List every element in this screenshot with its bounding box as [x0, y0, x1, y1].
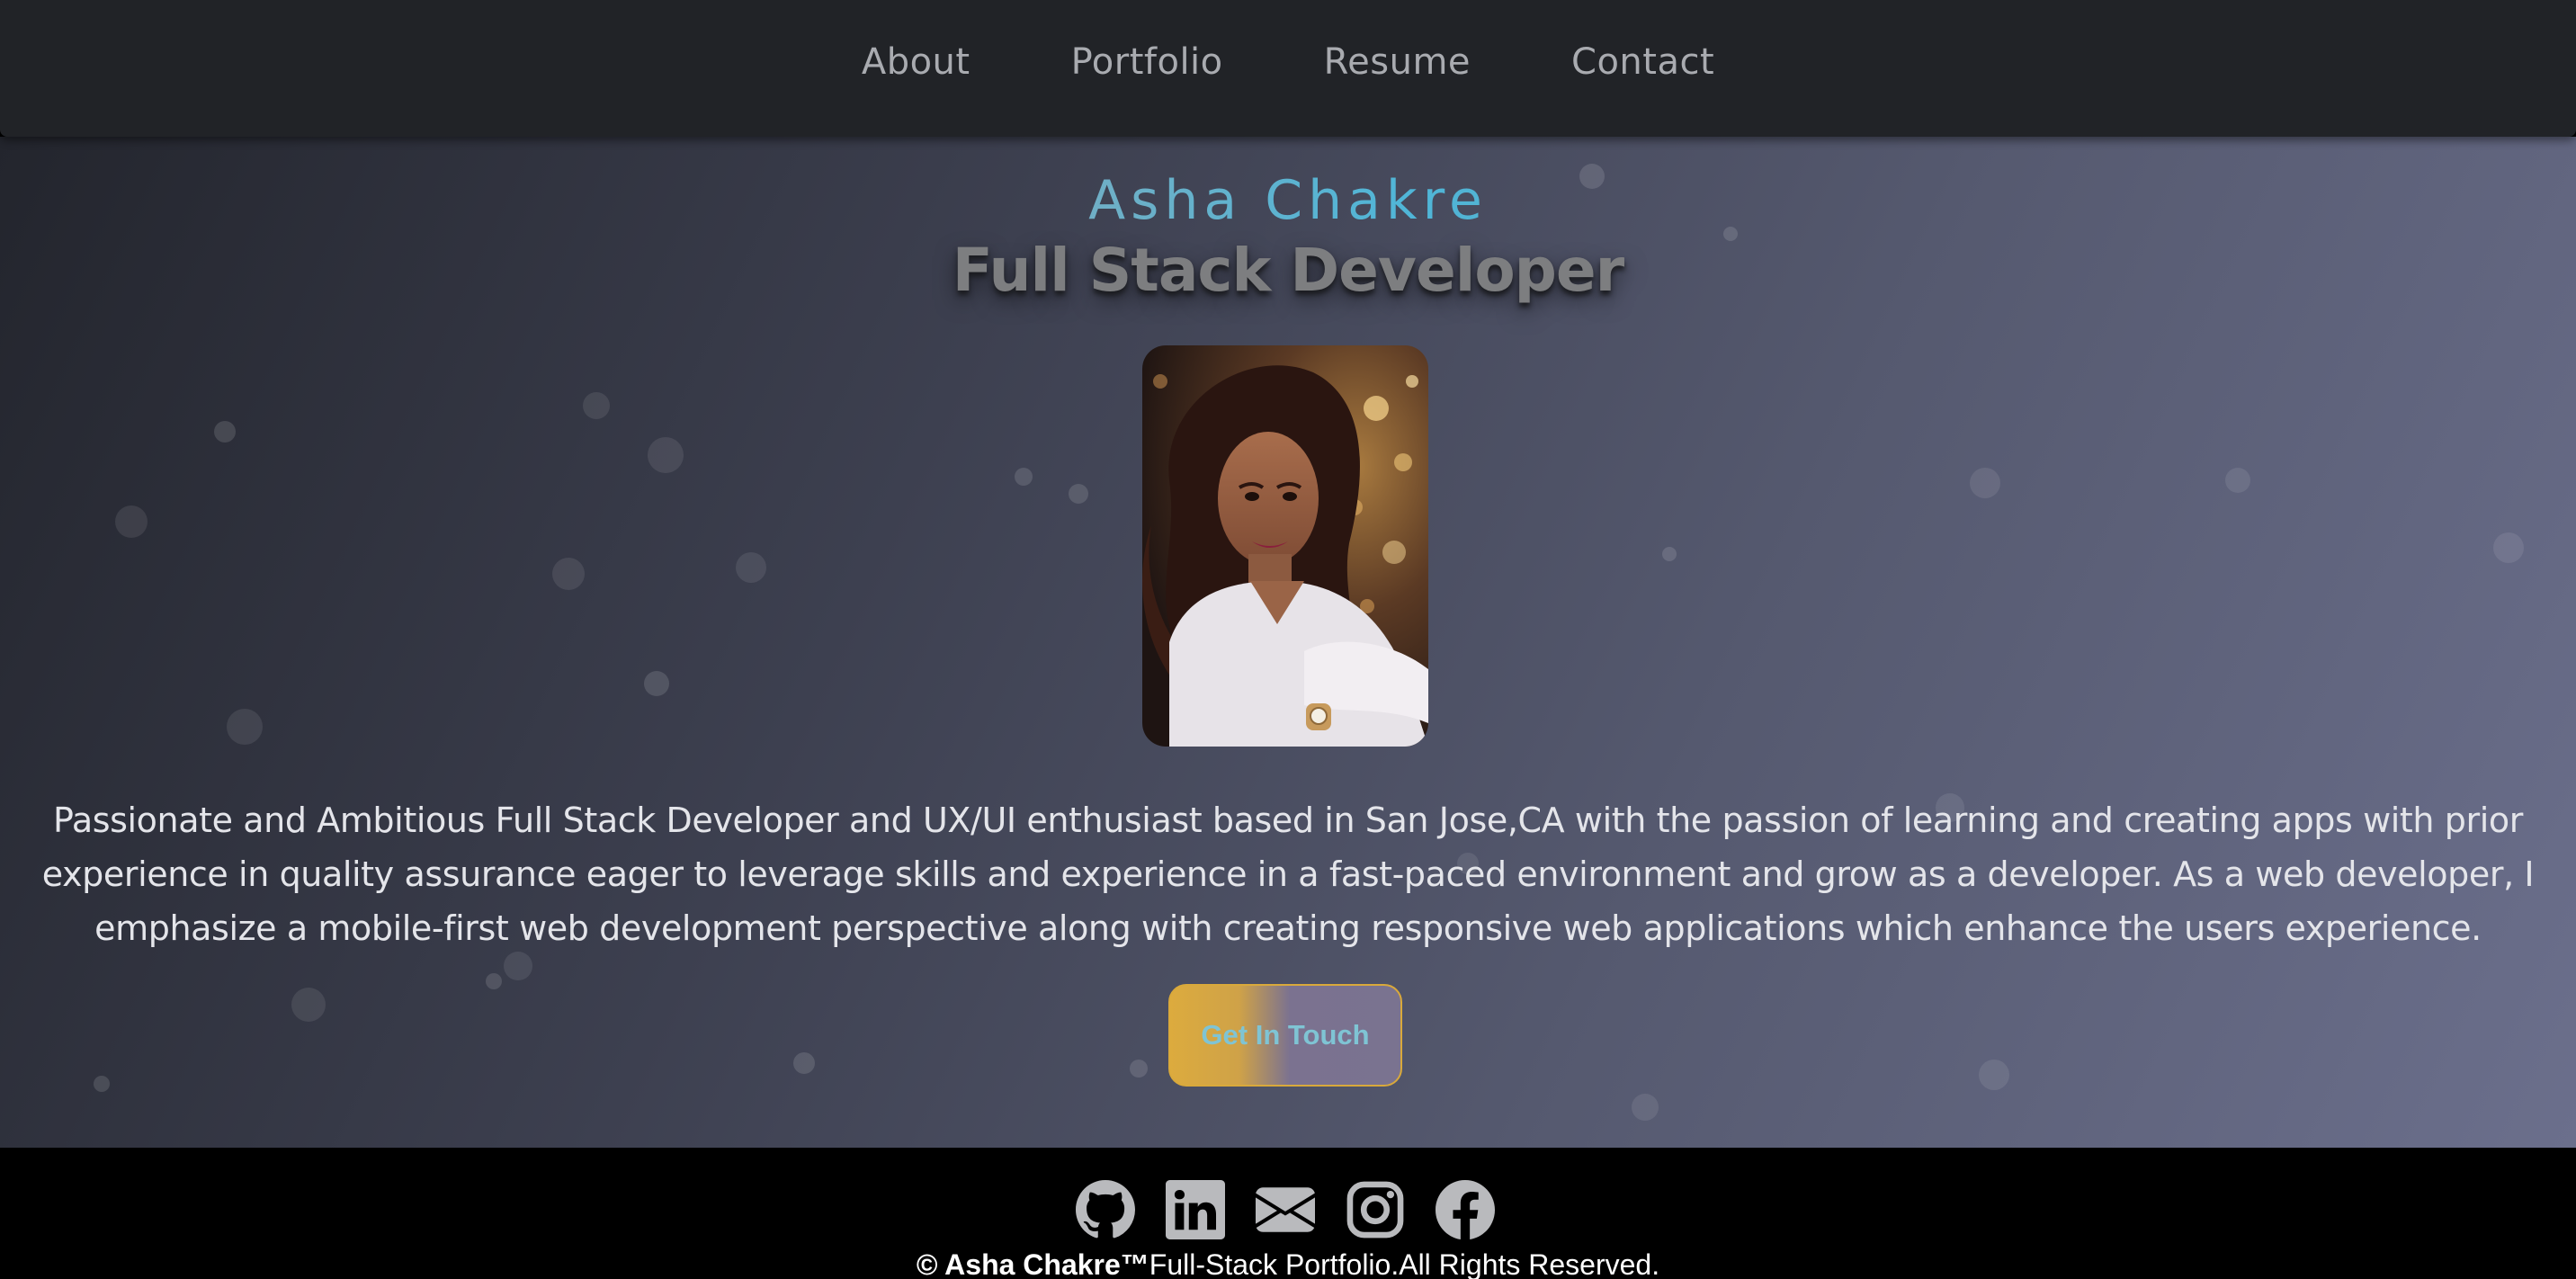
bokeh-dot: [1970, 468, 2000, 498]
nav-about-link[interactable]: About: [862, 41, 970, 83]
profile-photo: [1142, 345, 1428, 747]
nav-resume-link[interactable]: Resume: [1324, 41, 1471, 83]
bokeh-dot: [1069, 484, 1088, 504]
nav-contact-link[interactable]: Contact: [1571, 41, 1714, 83]
instagram-icon[interactable]: [1346, 1180, 1405, 1239]
bokeh-dot: [736, 552, 766, 583]
bokeh-dot: [1130, 1060, 1148, 1078]
bokeh-dot: [94, 1076, 110, 1092]
hero-section: Asha Chakre Full Stack Developer Passion…: [0, 137, 2576, 1148]
nav-links: About Portfolio Resume Contact: [862, 41, 1714, 83]
bio-text: Passionate and Ambitious Full Stack Deve…: [41, 800, 2535, 948]
bokeh-dot: [1979, 1060, 2009, 1090]
bokeh-dot: [552, 558, 585, 590]
copyright-rest: Full-Stack Portfolio.All Rights Reserved…: [1149, 1248, 1660, 1279]
get-in-touch-button[interactable]: Get In Touch: [1168, 984, 1402, 1087]
social-links: [1076, 1180, 1495, 1239]
bokeh-dot: [648, 437, 684, 473]
bokeh-dot: [291, 988, 326, 1022]
github-icon[interactable]: [1076, 1180, 1135, 1239]
bokeh-dot: [2225, 468, 2250, 493]
bokeh-dot: [214, 421, 236, 443]
top-navbar: About Portfolio Resume Contact: [0, 0, 2576, 137]
site-footer: © Asha Chakre™Full-Stack Portfolio.All R…: [0, 1148, 2576, 1279]
hero-name: Asha Chakre: [0, 169, 2576, 232]
bokeh-dot: [504, 952, 532, 980]
copyright-owner: © Asha Chakre™: [916, 1248, 1149, 1279]
bokeh-dot: [793, 1052, 815, 1074]
bokeh-dot: [1662, 547, 1677, 561]
bokeh-dot: [583, 392, 610, 419]
facebook-icon[interactable]: [1436, 1180, 1495, 1239]
hero-title: Full Stack Developer: [952, 236, 1624, 305]
copyright-text: © Asha Chakre™Full-Stack Portfolio.All R…: [0, 1248, 2576, 1279]
bokeh-dot: [644, 671, 669, 696]
bokeh-dot: [1015, 468, 1033, 486]
bokeh-dot: [2493, 532, 2524, 563]
bokeh-dot: [227, 709, 263, 745]
bokeh-dot: [486, 973, 502, 989]
bokeh-dot: [115, 505, 148, 538]
bokeh-dot: [1632, 1094, 1659, 1121]
linkedin-icon[interactable]: [1166, 1180, 1225, 1239]
nav-portfolio-link[interactable]: Portfolio: [1071, 41, 1223, 83]
email-icon[interactable]: [1256, 1180, 1315, 1239]
